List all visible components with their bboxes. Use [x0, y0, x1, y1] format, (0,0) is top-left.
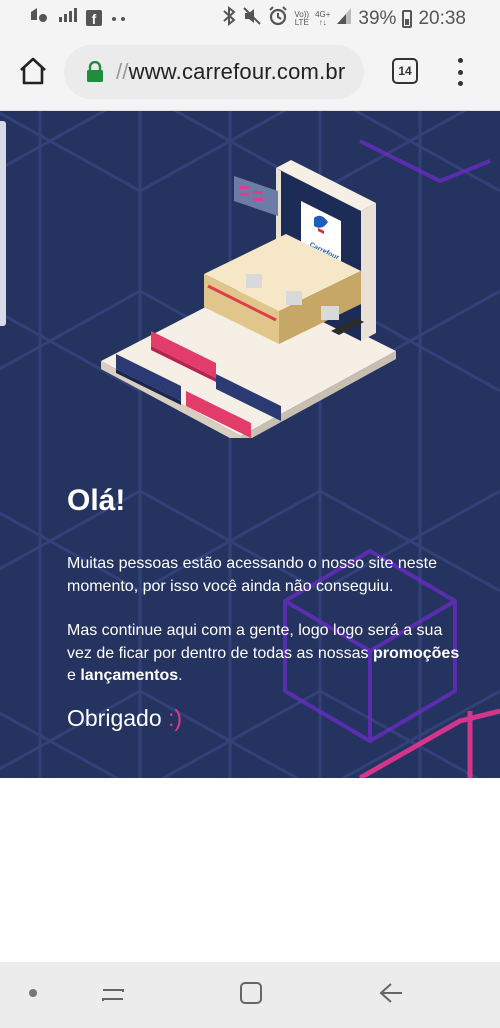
- data-activity-label: ↑↓: [318, 18, 327, 27]
- volte-indicator: Vo)) LTE: [294, 11, 309, 27]
- thanks-text: Obrigado :): [67, 705, 182, 732]
- system-navigation-bar: [0, 962, 500, 1028]
- tab-switcher-button[interactable]: 14: [392, 58, 418, 84]
- url-text: //www.carrefour.com.br: [116, 59, 345, 85]
- launches-text: lançamentos: [80, 667, 179, 684]
- menu-dot: [457, 69, 463, 75]
- signal-bars-icon: [58, 7, 78, 29]
- page-heading: Olá!: [67, 484, 126, 517]
- clock: 20:38: [418, 8, 466, 29]
- audio-notification-icon: [28, 6, 50, 30]
- bluetooth-icon: [222, 5, 236, 32]
- busy-message: Muitas pessoas estão acessando o nosso s…: [67, 555, 437, 595]
- waiting-room-illustration: Carrefour: [101, 160, 396, 438]
- queue-page: Carrefour Olá! Muitas pessoas estão aces…: [0, 111, 500, 778]
- battery-icon: [402, 10, 413, 28]
- home-nav-icon[interactable]: [238, 980, 264, 1006]
- thanks-word: Obrigado: [67, 705, 162, 731]
- network-type-indicator: 4G+ ↑↓: [315, 11, 330, 27]
- promotions-text: promoções: [372, 644, 460, 662]
- browser-toolbar: //www.carrefour.com.br 14: [0, 36, 500, 111]
- period-text: .: [178, 667, 183, 684]
- recent-apps-icon[interactable]: [100, 982, 126, 1008]
- smiley: :): [168, 705, 183, 731]
- scroll-indicator[interactable]: [0, 121, 6, 326]
- nav-dot-indicator[interactable]: [29, 989, 37, 997]
- status-bar: f Vo)) LTE 4G+ ↑↓ 39% 20:38: [0, 0, 500, 36]
- menu-dot: [457, 81, 463, 86]
- url-domain: www.carrefour.com.br: [128, 59, 346, 84]
- mute-icon: [242, 6, 262, 32]
- alarm-icon: [268, 6, 288, 32]
- lock-icon: [86, 60, 104, 83]
- lte-label: LTE: [294, 18, 309, 27]
- cell-signal-icon: [336, 7, 352, 31]
- more-notifications-icon: [110, 7, 128, 29]
- address-bar[interactable]: //www.carrefour.com.br: [64, 45, 364, 99]
- url-prefix: //: [116, 59, 129, 84]
- home-button[interactable]: [18, 56, 50, 88]
- conjunction-text: e: [67, 667, 76, 684]
- home-icon: [20, 57, 46, 85]
- menu-dot: [457, 58, 463, 63]
- browser-menu-button[interactable]: [456, 58, 464, 86]
- battery-percent: 39%: [358, 8, 397, 29]
- wait-message: Mas continue aqui com a gente, logo logo…: [67, 620, 467, 688]
- back-icon[interactable]: [378, 980, 404, 1006]
- facebook-icon: f: [86, 10, 102, 27]
